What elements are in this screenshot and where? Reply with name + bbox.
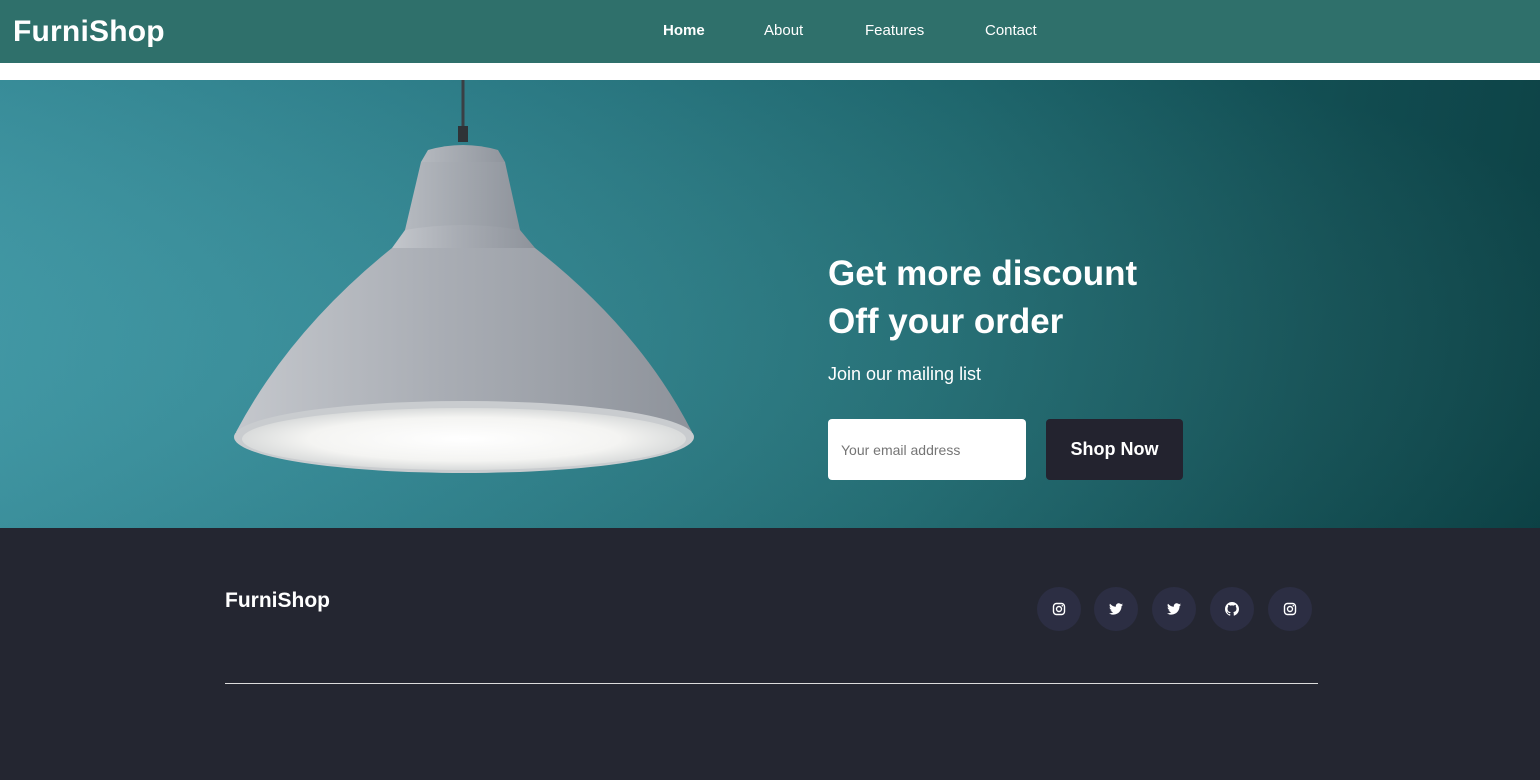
footer-brand[interactable]: FurniShop bbox=[225, 588, 330, 614]
github-icon bbox=[1225, 602, 1239, 616]
navbar: FurniShop Home About Features Contact bbox=[0, 0, 1540, 63]
instagram-link-2[interactable] bbox=[1268, 587, 1312, 631]
github-link[interactable] bbox=[1210, 587, 1254, 631]
twitter-link[interactable] bbox=[1094, 587, 1138, 631]
shop-now-button[interactable]: Shop Now bbox=[1046, 419, 1183, 480]
nav-link-home[interactable]: Home bbox=[663, 21, 705, 41]
twitter-icon bbox=[1109, 603, 1123, 615]
hero-title-line-1: Get more discount bbox=[828, 254, 1138, 293]
twitter-icon bbox=[1167, 603, 1181, 615]
hero-title-line-2: Off your order bbox=[828, 302, 1064, 341]
instagram-icon bbox=[1052, 602, 1066, 616]
hero-banner: Get more discount Off your order Join ou… bbox=[0, 80, 1540, 528]
nav-link-features[interactable]: Features bbox=[865, 21, 924, 41]
brand-logo[interactable]: FurniShop bbox=[13, 14, 165, 50]
footer: FurniShop bbox=[0, 528, 1540, 780]
hero-subtitle: Join our mailing list bbox=[828, 364, 982, 384]
twitter-link-2[interactable] bbox=[1152, 587, 1196, 631]
email-input[interactable] bbox=[828, 419, 1026, 480]
nav-link-about[interactable]: About bbox=[764, 21, 803, 41]
instagram-icon bbox=[1283, 602, 1297, 616]
footer-divider bbox=[225, 683, 1318, 684]
instagram-link[interactable] bbox=[1037, 587, 1081, 631]
nav-link-contact[interactable]: Contact bbox=[985, 21, 1037, 41]
hero-lamp-image bbox=[0, 80, 1540, 528]
hero-title: Get more discount Off your order bbox=[828, 250, 1137, 346]
